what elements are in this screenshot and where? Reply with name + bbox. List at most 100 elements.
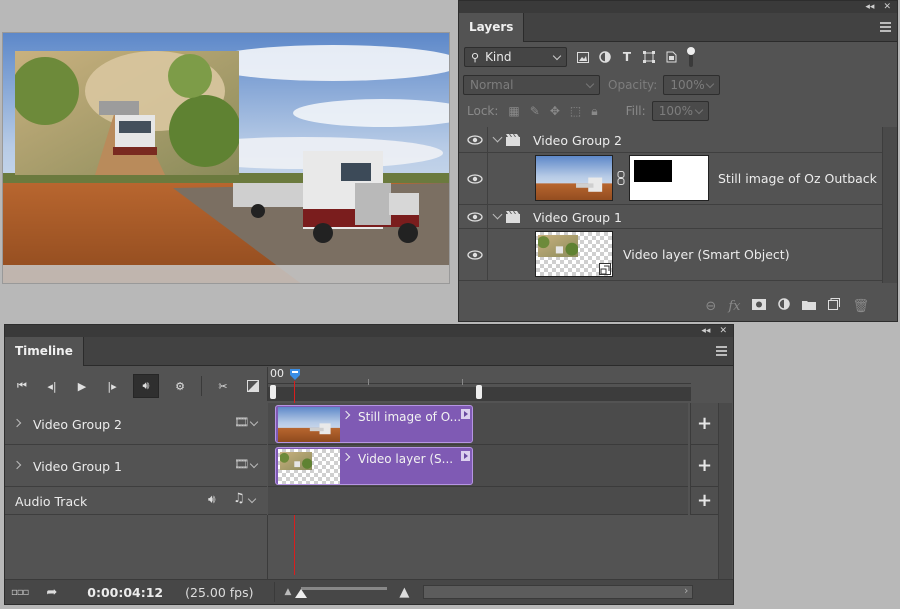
chevron-down-icon[interactable]: [249, 459, 259, 469]
close-icon[interactable]: ✕: [719, 326, 727, 336]
visibility-eye-icon[interactable]: [467, 174, 483, 184]
export-share-icon[interactable]: ➦: [46, 585, 57, 600]
chevron-right-icon[interactable]: [12, 460, 22, 470]
add-audio-button[interactable]: +: [690, 487, 718, 515]
chevron-down-icon[interactable]: [492, 132, 503, 143]
lock-all-icon[interactable]: 🔒︎: [591, 104, 597, 119]
settings-gear-icon[interactable]: ⚙︎: [171, 377, 189, 395]
link-layers-icon[interactable]: ⊖: [705, 299, 716, 314]
timeline-status-bar: ▫▫▫ ➦ 0:00:04:12 (25.00 fps) ▲ ▲ ›: [5, 579, 733, 604]
chevron-down-icon: [585, 79, 595, 89]
lock-transparent-icon[interactable]: ▦: [508, 104, 519, 118]
transition-icon[interactable]: [244, 377, 262, 395]
playhead-handle[interactable]: [289, 369, 301, 381]
chevron-down-icon[interactable]: [492, 209, 503, 220]
chevron-right-icon[interactable]: [12, 418, 22, 428]
new-group-icon[interactable]: [802, 299, 817, 314]
clip-menu-icon[interactable]: [461, 451, 470, 461]
timeline-scrollbar-v[interactable]: [718, 403, 732, 579]
zoom-slider-thumb[interactable]: [295, 589, 308, 598]
film-strip-icon[interactable]: 🎞︎: [234, 457, 249, 471]
previous-frame-icon[interactable]: ◂|: [43, 377, 61, 395]
fill-field[interactable]: 100%: [651, 101, 709, 121]
layer-row[interactable]: Video layer (Smart Object): [459, 229, 883, 281]
clip-menu-icon[interactable]: [461, 409, 470, 419]
new-layer-icon[interactable]: [828, 298, 841, 314]
delete-layer-icon[interactable]: 🗑︎: [852, 299, 869, 314]
new-adjustment-icon[interactable]: [778, 298, 791, 314]
collapse-icon[interactable]: ◂◂: [865, 2, 874, 12]
render-frames-icon[interactable]: ▫▫▫: [11, 587, 29, 598]
layer-group-row[interactable]: Video Group 1: [459, 205, 883, 229]
go-to-first-frame-icon[interactable]: ⏮︎: [13, 377, 31, 395]
video-clip-still-image[interactable]: Still image of O...: [275, 405, 473, 443]
smart-object-filter-icon[interactable]: [665, 51, 677, 63]
zoom-in-icon[interactable]: ▲: [399, 585, 409, 600]
add-media-button[interactable]: +: [690, 403, 718, 445]
music-note-icon[interactable]: ♫: [233, 491, 245, 506]
tab-layers[interactable]: Layers: [459, 13, 525, 42]
film-strip-icon[interactable]: 🎞︎: [234, 415, 249, 429]
search-icon: ⚲: [471, 50, 480, 64]
layer-name: Video layer (Smart Object): [623, 247, 790, 262]
add-media-button[interactable]: +: [690, 445, 718, 487]
layers-scrollbar[interactable]: [882, 127, 897, 283]
panel-menu-icon[interactable]: [716, 346, 727, 356]
tab-timeline[interactable]: Timeline: [5, 337, 84, 366]
track-header-audio[interactable]: Audio Track 🔊︎ ♫: [5, 487, 267, 515]
layer-group-row[interactable]: Video Group 2: [459, 127, 883, 153]
panel-menu-icon[interactable]: [880, 22, 891, 32]
visibility-eye-icon[interactable]: [467, 250, 483, 260]
work-area-end-handle[interactable]: [476, 385, 482, 399]
visibility-eye-icon[interactable]: [467, 212, 483, 222]
track-header-video-group-1[interactable]: Video Group 1 🎞︎: [5, 445, 267, 487]
timeline-panel: ◂◂ ✕ Timeline ⏮︎ ◂| ▶ |▸ 🔊︎ ⚙︎ ✂ 00 Vide: [4, 324, 734, 605]
chevron-right-icon[interactable]: ›: [684, 584, 688, 597]
zoom-out-icon[interactable]: ▲: [285, 587, 292, 597]
play-icon[interactable]: ▶: [73, 377, 91, 395]
filter-toggle-switch[interactable]: [687, 47, 695, 67]
chevron-right-icon[interactable]: [341, 452, 351, 462]
collapse-icon[interactable]: ◂◂: [701, 326, 710, 336]
current-timecode[interactable]: 0:00:04:12: [87, 585, 163, 600]
opacity-value: 100%: [670, 78, 705, 92]
mute-audio-icon[interactable]: 🔊︎: [208, 492, 216, 507]
layer-row[interactable]: Still image of Oz Outback: [459, 153, 883, 205]
kind-filter-select[interactable]: ⚲ Kind: [464, 47, 567, 67]
shape-filter-icon[interactable]: [643, 51, 655, 63]
adjustment-filter-icon[interactable]: [599, 51, 611, 63]
chevron-down-icon[interactable]: [249, 417, 259, 427]
image-filter-icon[interactable]: [577, 51, 589, 63]
visibility-eye-icon[interactable]: [467, 135, 483, 145]
lock-label: Lock:: [467, 104, 499, 118]
work-area-start-handle[interactable]: [270, 385, 276, 399]
lock-paint-icon[interactable]: ✎: [530, 104, 540, 118]
fx-icon[interactable]: fx: [728, 299, 740, 314]
track-name: Video Group 2: [33, 417, 122, 432]
add-mask-icon[interactable]: [752, 298, 767, 314]
clip-label: Still image of O...: [358, 410, 462, 424]
chevron-down-icon[interactable]: [247, 494, 257, 504]
layers-tab-row: Layers: [459, 13, 897, 42]
zoom-slider[interactable]: [295, 587, 388, 598]
transport-controls: ⏮︎ ◂| ▶ |▸ 🔊︎ ⚙︎ ✂: [5, 369, 267, 403]
time-ruler[interactable]: 00: [267, 367, 691, 401]
opacity-field[interactable]: 100%: [663, 75, 721, 95]
timeline-scrollbar-h[interactable]: ›: [423, 584, 694, 599]
type-filter-icon[interactable]: T: [621, 50, 633, 64]
blend-mode-select[interactable]: Normal: [463, 75, 600, 95]
timeline-tab-row: Timeline: [5, 337, 733, 366]
next-frame-icon[interactable]: |▸: [103, 377, 121, 395]
close-icon[interactable]: ✕: [883, 2, 891, 12]
opacity-label: Opacity:: [608, 78, 658, 92]
track-lane[interactable]: [268, 487, 688, 515]
chevron-right-icon[interactable]: [341, 410, 351, 420]
audio-toggle-icon[interactable]: 🔊︎: [133, 374, 159, 398]
video-clip-smart-object[interactable]: Video layer (S...: [275, 447, 473, 485]
track-header-video-group-2[interactable]: Video Group 2 🎞︎: [5, 403, 267, 445]
lock-artboard-icon[interactable]: ⬚: [570, 104, 581, 118]
lock-position-icon[interactable]: ✥: [550, 104, 560, 118]
track-name: Audio Track: [15, 494, 88, 509]
chain-link-icon[interactable]: [617, 171, 625, 185]
split-scissors-icon[interactable]: ✂: [214, 377, 232, 395]
